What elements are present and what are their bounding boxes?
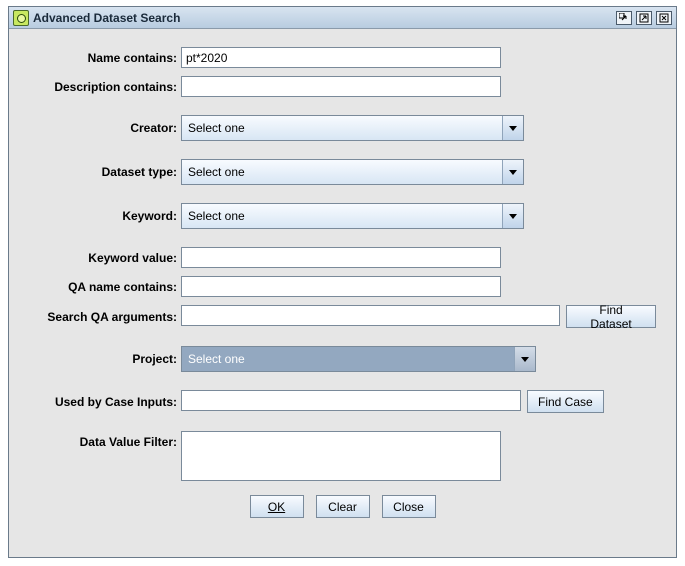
keyword-combo[interactable]: Select one bbox=[181, 203, 524, 229]
project-label: Project: bbox=[29, 352, 181, 366]
close-button[interactable]: Close bbox=[382, 495, 436, 518]
action-buttons: OK Clear Close bbox=[29, 495, 656, 518]
form-content: Name contains: Description contains: Cre… bbox=[9, 29, 676, 528]
keyword-label: Keyword: bbox=[29, 209, 181, 223]
description-label: Description contains: bbox=[29, 80, 181, 94]
app-icon bbox=[13, 10, 29, 26]
creator-combo-text: Select one bbox=[188, 121, 502, 135]
dataset-type-combo-text: Select one bbox=[188, 165, 502, 179]
keyword-combo-text: Select one bbox=[188, 209, 502, 223]
creator-combo-button[interactable] bbox=[502, 116, 523, 140]
dataset-type-label: Dataset type: bbox=[29, 165, 181, 179]
maximize-icon bbox=[639, 13, 649, 23]
creator-combo[interactable]: Select one bbox=[181, 115, 524, 141]
dock-icon bbox=[619, 13, 629, 23]
case-inputs-input[interactable] bbox=[181, 390, 521, 411]
project-combo-text: Select one bbox=[188, 352, 514, 366]
chevron-down-icon bbox=[509, 214, 517, 219]
qa-name-input[interactable] bbox=[181, 276, 501, 297]
find-case-button[interactable]: Find Case bbox=[527, 390, 604, 413]
case-inputs-label: Used by Case Inputs: bbox=[29, 395, 181, 409]
keyword-combo-button[interactable] bbox=[502, 204, 523, 228]
close-window-button[interactable] bbox=[656, 11, 672, 25]
creator-label: Creator: bbox=[29, 121, 181, 135]
close-icon bbox=[659, 13, 669, 23]
data-value-filter-input[interactable] bbox=[181, 431, 501, 481]
titlebar: Advanced Dataset Search bbox=[9, 7, 676, 29]
project-combo-button[interactable] bbox=[514, 347, 535, 371]
qa-args-label: Search QA arguments: bbox=[29, 310, 181, 324]
keyword-value-input[interactable] bbox=[181, 247, 501, 268]
dataset-type-combo[interactable]: Select one bbox=[181, 159, 524, 185]
name-label: Name contains: bbox=[29, 51, 181, 65]
qa-name-label: QA name contains: bbox=[29, 280, 181, 294]
window-title: Advanced Dataset Search bbox=[33, 11, 616, 25]
chevron-down-icon bbox=[509, 170, 517, 175]
ok-button[interactable]: OK bbox=[250, 495, 304, 518]
chevron-down-icon bbox=[521, 357, 529, 362]
description-input[interactable] bbox=[181, 76, 501, 97]
dataset-type-combo-button[interactable] bbox=[502, 160, 523, 184]
chevron-down-icon bbox=[509, 126, 517, 131]
minimize-internal-button[interactable] bbox=[616, 11, 632, 25]
advanced-dataset-search-window: Advanced Dataset Search Name contains: D… bbox=[8, 6, 677, 558]
qa-args-input[interactable] bbox=[181, 305, 560, 326]
clear-button[interactable]: Clear bbox=[316, 495, 370, 518]
maximize-button[interactable] bbox=[636, 11, 652, 25]
data-value-filter-label: Data Value Filter: bbox=[29, 431, 181, 449]
project-combo[interactable]: Select one bbox=[181, 346, 536, 372]
keyword-value-label: Keyword value: bbox=[29, 251, 181, 265]
name-input[interactable] bbox=[181, 47, 501, 68]
find-dataset-button[interactable]: Find Dataset bbox=[566, 305, 656, 328]
